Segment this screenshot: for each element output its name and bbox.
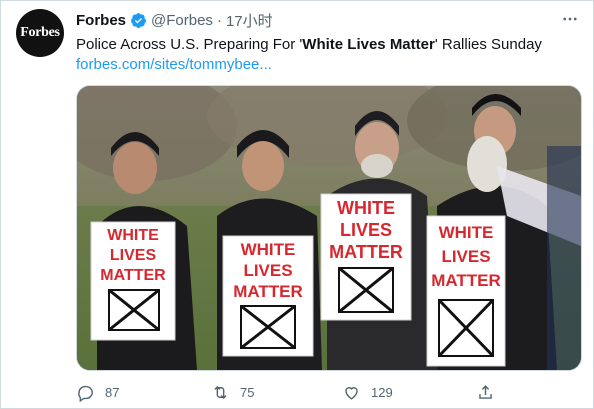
share-button[interactable] [476, 380, 495, 404]
sign-3-line-2: LIVES [340, 220, 392, 240]
reply-button[interactable]: 87 [76, 380, 119, 404]
reply-icon [78, 385, 93, 402]
share-icon [479, 384, 492, 399]
tweet-header: Forbes @Forbes · 17小时 [76, 10, 273, 30]
avatar[interactable]: Forbes [16, 9, 64, 57]
sign-3-line-3: MATTER [329, 242, 403, 262]
retweet-count: 75 [240, 384, 255, 400]
display-name[interactable]: Forbes [76, 12, 126, 29]
sign-3: WHITE LIVES MATTER [320, 193, 412, 321]
sign-3-line-1: WHITE [337, 198, 395, 218]
sign-2-line-1: WHITE [241, 240, 296, 259]
heart-icon [345, 386, 358, 400]
tweet-actions: 87 75 129 [76, 380, 516, 404]
like-button[interactable]: 129 [342, 380, 393, 404]
avatar-logo-text: Forbes [20, 25, 60, 40]
reply-count: 87 [105, 384, 120, 400]
verified-badge-icon [131, 12, 146, 28]
more-icon[interactable] [560, 9, 580, 29]
sign-1-line-1: WHITE [107, 227, 159, 244]
sign-1-line-2: LIVES [110, 247, 157, 264]
sign-2: WHITE LIVES MATTER [222, 235, 314, 357]
sign-4: WHITE LIVES MATTER [426, 215, 506, 367]
separator-dot: · [216, 11, 222, 29]
sign-2-line-2: LIVES [243, 261, 292, 280]
sign-4-line-3: MATTER [431, 271, 501, 290]
timestamp[interactable]: 17小时 [226, 10, 273, 31]
tweet-text-end: ' Rallies Sunday [434, 36, 542, 53]
protest-photo: WHITE LIVES MATTER WHITE LIVES MATTER WH… [77, 86, 581, 370]
article-link[interactable]: forbes.com/sites/tommybee... [76, 55, 272, 75]
tweet-text-bold: White Lives Matter [302, 36, 435, 53]
sign-4-line-1: WHITE [439, 223, 494, 242]
tweet-photo[interactable]: WHITE LIVES MATTER WHITE LIVES MATTER WH… [76, 85, 582, 371]
tweet-text: Police Across U.S. Preparing For 'White … [76, 35, 576, 55]
sign-2-line-3: MATTER [233, 282, 303, 301]
like-count: 129 [371, 384, 393, 400]
retweet-button[interactable]: 75 [211, 380, 254, 404]
user-handle[interactable]: @Forbes [151, 12, 213, 29]
sign-1: WHITE LIVES MATTER [90, 221, 176, 341]
sign-4-line-2: LIVES [441, 247, 490, 266]
tweet-text-start: Police Across U.S. Preparing For ' [76, 36, 303, 53]
retweet-icon [214, 385, 227, 399]
sign-1-line-3: MATTER [100, 267, 166, 284]
